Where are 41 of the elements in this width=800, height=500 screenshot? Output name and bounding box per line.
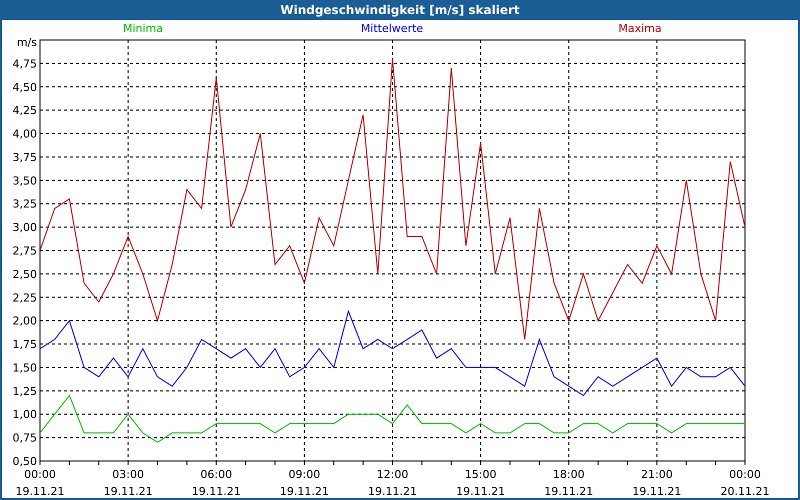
x-tick-date: 20.11.21 xyxy=(720,485,770,498)
x-tick-label: 09:00 xyxy=(288,468,320,481)
legend-label: Maxima xyxy=(618,22,662,35)
y-tick-label: 1,25 xyxy=(12,384,37,398)
y-tick-label: 0,50 xyxy=(12,455,37,468)
x-tick-label: 00:00 xyxy=(24,468,56,481)
window-title: Windgeschwindigkeit [m/s] skaliert xyxy=(2,0,798,20)
y-tick-label: 1,75 xyxy=(12,338,37,352)
y-tick-label: 3,25 xyxy=(12,198,37,211)
y-tick-label: 4,50 xyxy=(12,80,37,94)
y-tick-label: 2,25 xyxy=(12,291,37,304)
x-tick-label: 18:00 xyxy=(552,468,585,481)
y-tick-label: 4,25 xyxy=(12,104,37,118)
x-tick-date: 19.11.21 xyxy=(16,485,64,498)
x-tick-date: 19.11.21 xyxy=(368,485,417,498)
y-tick-label: 1,50 xyxy=(12,361,37,374)
y-tick-label: 3,75 xyxy=(12,150,37,164)
x-tick-label: 12:00 xyxy=(376,468,408,481)
legend-label: Minima xyxy=(122,22,164,35)
y-axis-label: m/s xyxy=(16,36,37,49)
legend-label: Mittelwerte xyxy=(360,22,424,35)
x-tick-date: 19.11.21 xyxy=(104,485,153,498)
x-tick-date: 19.11.21 xyxy=(456,485,506,498)
x-tick-date: 19.11.21 xyxy=(544,485,594,498)
y-tick-label: 0,75 xyxy=(12,432,37,445)
y-tick-label: 1,00 xyxy=(12,408,37,422)
x-tick-label: 15:00 xyxy=(464,468,496,481)
x-tick-date: 19.11.21 xyxy=(632,485,682,498)
x-tick-date: 19.11.21 xyxy=(192,485,241,498)
y-tick-label: 2,75 xyxy=(12,244,37,258)
y-tick-label: 4,75 xyxy=(12,57,37,70)
y-tick-label: 4,00 xyxy=(12,128,37,141)
x-tick-label: 00:00 xyxy=(729,468,761,481)
y-tick-label: 2,50 xyxy=(12,268,37,281)
y-tick-label: 3,00 xyxy=(12,221,37,234)
x-tick-date: 19.11.21 xyxy=(280,485,329,498)
x-tick-label: 21:00 xyxy=(641,468,673,481)
y-tick-label: 3,50 xyxy=(12,174,37,188)
x-tick-label: 03:00 xyxy=(112,468,144,481)
x-tick-label: 06:00 xyxy=(200,468,232,481)
y-tick-label: 2,00 xyxy=(12,314,37,328)
